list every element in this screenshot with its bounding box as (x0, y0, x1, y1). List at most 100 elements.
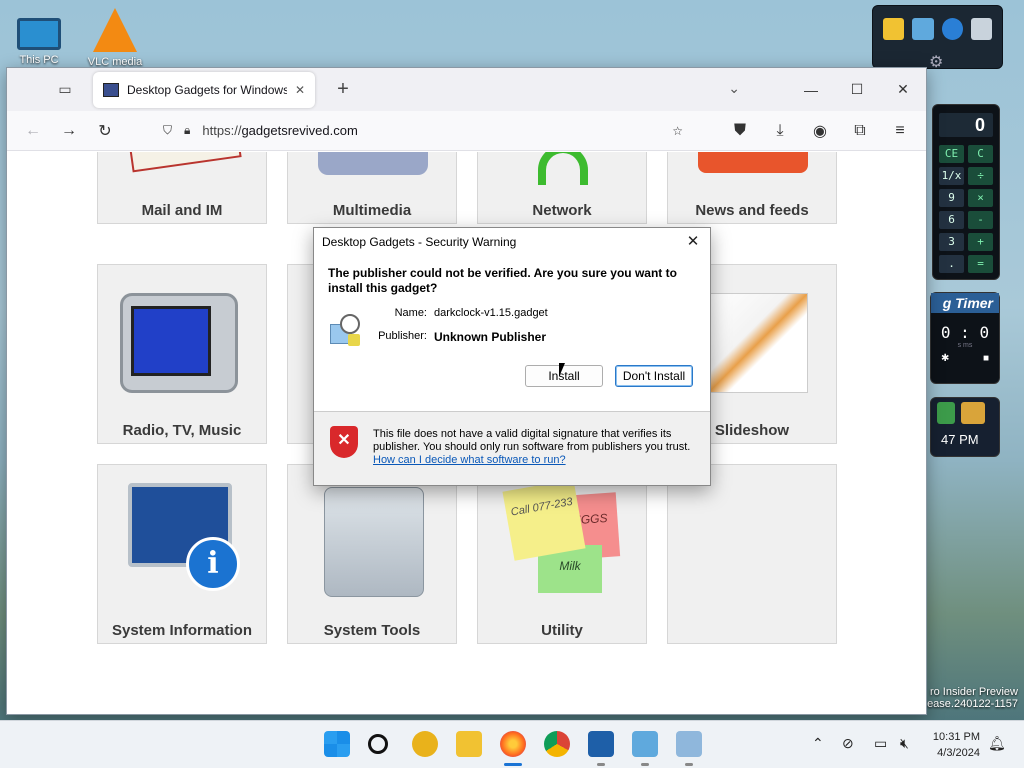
extensions-icon[interactable]: ⧉ (842, 115, 878, 147)
download-icon[interactable]: ⤓ (762, 115, 798, 147)
dialog-close-icon[interactable]: ✕ (682, 232, 704, 252)
gadgets-app-icon[interactable] (632, 731, 658, 757)
forward-button[interactable]: → (51, 115, 87, 147)
timer-gadget: g Timer 0 : 0 s ms ✱ ■ (930, 292, 1000, 384)
timer-stop-icon[interactable]: ■ (983, 353, 989, 364)
volume-muted-icon[interactable]: 🔇︎ (900, 735, 909, 752)
control-panel-icon (324, 487, 424, 597)
clock-gadget: 47 PM (930, 397, 1000, 457)
calculator-gadget: 0 CE C 1/x ÷ 9 × 6 - 3 + . = (932, 104, 1000, 280)
file-explorer-icon[interactable] (456, 731, 482, 757)
url-bar[interactable]: ⛉ 🔒︎ https://gadgetsrevived.com ☆ (153, 115, 693, 147)
remote-desktop-icon[interactable] (676, 731, 702, 757)
gear-icon[interactable]: ⚙ (929, 52, 943, 72)
tile-mail-and-im[interactable]: Mail and IM (97, 152, 267, 224)
media-player-icon (318, 152, 428, 175)
tile-multimedia[interactable]: Multimedia (287, 152, 457, 224)
tab-list-button[interactable]: ▭ (45, 75, 85, 105)
reload-button[interactable]: ↻ (87, 115, 123, 147)
back-button[interactable]: ← (15, 115, 51, 147)
chevron-down-icon[interactable]: ⌄ (728, 80, 740, 97)
dialog-question: The publisher could not be verified. Are… (328, 266, 677, 295)
gadget-toolbar: ⚙ (872, 5, 1003, 72)
gadget-name-value: darkclock-v1.15.gadget (434, 307, 548, 319)
mouse-cursor-icon (559, 363, 565, 377)
footer-warning-text: This file does not have a valid digital … (373, 428, 691, 453)
calc-key[interactable]: CE (939, 145, 964, 163)
tile-label: Multimedia (332, 202, 412, 219)
tab-close-icon[interactable]: ✕ (295, 83, 305, 97)
tile-system-information[interactable]: i System Information (97, 464, 267, 644)
chevron-up-icon[interactable]: ⌃ (812, 735, 824, 752)
internet-explorer-icon[interactable] (941, 18, 963, 40)
app-indicator (641, 763, 649, 766)
tile-news-and-feeds[interactable]: News and feeds (667, 152, 837, 224)
bookmark-star-icon[interactable]: ☆ (672, 124, 683, 138)
active-app-indicator (504, 763, 522, 766)
account-icon[interactable]: ◉ (802, 115, 838, 147)
taskbar: ⌃ ⊘ ▭ 🔇︎ 10:31 PM 4/3/2024 🔔︎ (0, 720, 1024, 768)
calc-key[interactable]: + (968, 233, 993, 251)
display-icon[interactable]: ▭ (874, 735, 887, 752)
timer-units: s ms (957, 342, 973, 349)
taskbar-clock[interactable]: 10:31 PM 4/3/2024 (933, 729, 980, 761)
rss-icon (698, 152, 808, 173)
calc-key[interactable]: C (968, 145, 993, 163)
dialog-footer: ✕ This file does not have a valid digita… (314, 412, 710, 485)
task-manager-icon[interactable] (588, 731, 614, 757)
shield-icon[interactable]: ⛉ (163, 123, 172, 138)
dialog-title: Desktop Gadgets - Security Warning (322, 235, 517, 249)
calc-key[interactable]: . (939, 255, 964, 273)
notification-bell-icon[interactable]: 🔔︎ (988, 735, 1006, 752)
firefox-icon[interactable] (500, 731, 526, 757)
recycle-bin-icon[interactable] (970, 18, 992, 40)
vlc-cone-icon (93, 8, 137, 52)
tile-label: News and feeds (695, 202, 809, 219)
calc-key[interactable]: ÷ (968, 167, 993, 185)
pocket-icon[interactable]: ⛊ (722, 115, 758, 147)
photo-frame-icon (708, 293, 808, 393)
url-text[interactable]: https://gadgetsrevived.com (202, 123, 660, 138)
search-icon[interactable] (368, 734, 388, 754)
tile-utility[interactable]: EGGS Milk Call 077-233 Utility (477, 464, 647, 644)
tile-system-tools[interactable]: System Tools (287, 464, 457, 644)
clock-time: 47 PM (941, 432, 979, 447)
desktop-icon-this-pc[interactable]: This PC (4, 10, 74, 66)
chrome-icon[interactable] (544, 731, 570, 757)
url-domain: gadgetsrevived.com (241, 123, 358, 138)
start-icon[interactable] (324, 731, 350, 757)
app-indicator (685, 763, 693, 766)
calc-key[interactable]: = (968, 255, 993, 273)
lock-icon[interactable]: 🔒︎ (184, 123, 190, 138)
tab-active[interactable]: Desktop Gadgets for Windows ✕ (93, 71, 315, 108)
watermark-line: ro Insider Preview (929, 686, 1018, 698)
minimize-button[interactable]: — (788, 68, 834, 111)
timer-settings-icon[interactable]: ✱ (941, 353, 949, 364)
key-icon[interactable] (961, 402, 985, 424)
tile-radio-tv-music[interactable]: Radio, TV, Music (97, 264, 267, 444)
calc-key[interactable]: - (968, 211, 993, 229)
help-link[interactable]: How can I decide what software to run? (373, 454, 566, 466)
monitor-icon (17, 18, 61, 50)
dont-install-button[interactable]: Don't Install (615, 365, 693, 387)
gadgets-icon[interactable] (912, 18, 934, 40)
close-button[interactable]: ✕ (880, 68, 926, 111)
clock-green-key-icon[interactable] (937, 402, 955, 424)
tile-network[interactable]: Network (477, 152, 647, 224)
calc-key[interactable]: 1/x (939, 167, 964, 185)
tile-label: Utility (541, 622, 583, 639)
network-off-icon[interactable]: ⊘ (842, 735, 854, 752)
tile-label: Radio, TV, Music (122, 422, 242, 439)
calc-key[interactable]: 9 (939, 189, 964, 207)
desktop-icon-vlc[interactable]: VLC media (80, 8, 150, 68)
new-tab-button[interactable]: + (329, 78, 357, 101)
calc-key[interactable]: 3 (939, 233, 964, 251)
app-indicator (597, 763, 605, 766)
calc-key[interactable]: 6 (939, 211, 964, 229)
timer-title: g Timer (931, 293, 999, 313)
menu-icon[interactable]: ≡ (882, 115, 918, 147)
maximize-button[interactable]: ☐ (834, 68, 880, 111)
calc-key[interactable]: × (968, 189, 993, 207)
folder-icon[interactable] (883, 18, 905, 40)
copilot-pre-icon[interactable] (412, 731, 438, 757)
